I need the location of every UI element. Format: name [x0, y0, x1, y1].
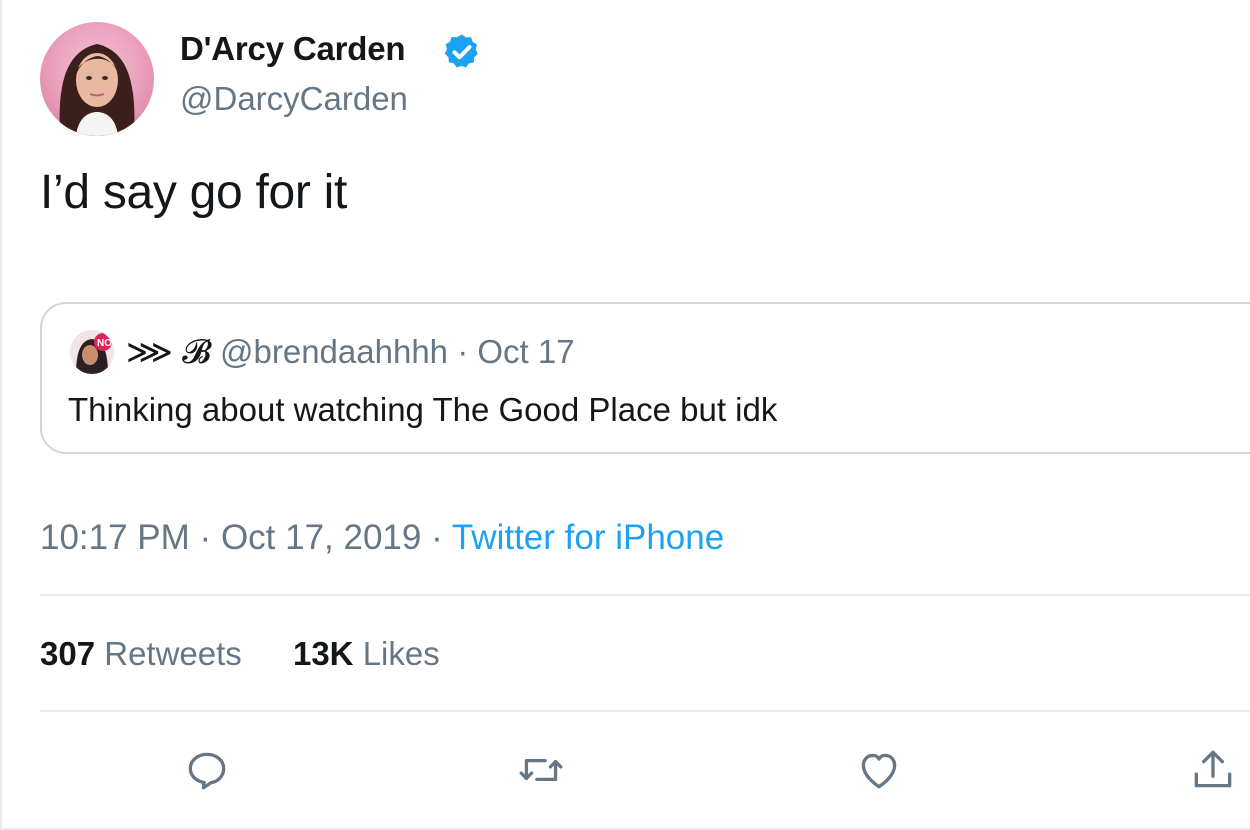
tweet-source-link[interactable]: Twitter for iPhone	[452, 518, 724, 557]
profile-photo-icon	[59, 44, 135, 136]
author-display-name[interactable]: D'Arcy Carden	[180, 30, 406, 68]
heart-icon	[861, 753, 897, 789]
quoted-tweet-text: Thinking about watching The Good Place b…	[68, 391, 778, 428]
author-avatar[interactable]	[40, 22, 154, 136]
likes-label: Likes	[362, 635, 440, 672]
share-icon	[1194, 750, 1232, 788]
engagement-stats: 307 Retweets 13K Likes	[40, 632, 440, 676]
reply-icon	[188, 752, 226, 790]
retweet-button[interactable]	[516, 745, 566, 795]
quoted-handle[interactable]: @brendaahhhh	[220, 333, 448, 370]
tweet-text: I’d say go for it	[40, 166, 348, 219]
svg-text:NO: NO	[97, 338, 112, 349]
quoted-tweet[interactable]: NO ⋙ 𝓑 @brendaahhhh · Oct 17 Thinking ab…	[40, 302, 1250, 454]
retweet-icon	[519, 758, 563, 782]
likes-stat[interactable]: 13K Likes	[293, 632, 440, 676]
tweet-timestamp-row: 10:17 PM · Oct 17, 2019 · Twitter for iP…	[40, 516, 724, 560]
tweet-time[interactable]: 10:17 PM	[40, 518, 190, 557]
reply-button[interactable]	[182, 745, 232, 795]
quoted-date[interactable]: Oct 17	[477, 333, 574, 370]
retweets-stat[interactable]: 307 Retweets	[40, 632, 242, 676]
quoted-author-name[interactable]: ⋙ 𝓑	[126, 332, 211, 372]
verified-badge-icon	[444, 34, 478, 68]
share-button[interactable]	[1188, 745, 1238, 795]
quoted-profile-photo-icon: NO	[70, 330, 114, 374]
author-handle[interactable]: @DarcyCarden	[180, 80, 408, 118]
retweets-label: Retweets	[104, 635, 242, 672]
likes-count: 13K	[292, 635, 354, 672]
source-separator: ·	[431, 518, 443, 557]
quoted-author-avatar[interactable]: NO	[70, 330, 114, 374]
quoted-meta: @brendaahhhh · Oct 17	[220, 332, 575, 372]
timestamp-separator: ·	[199, 518, 212, 557]
retweets-count: 307	[40, 635, 96, 672]
tweet-date[interactable]: Oct 17, 2019	[221, 518, 421, 557]
tweet-card: D'Arcy Carden @DarcyCarden I’d say go fo…	[0, 0, 1250, 830]
quoted-separator: ·	[457, 333, 469, 370]
like-button[interactable]	[854, 745, 904, 795]
divider-bottom	[40, 710, 1250, 712]
divider-top	[40, 594, 1250, 596]
